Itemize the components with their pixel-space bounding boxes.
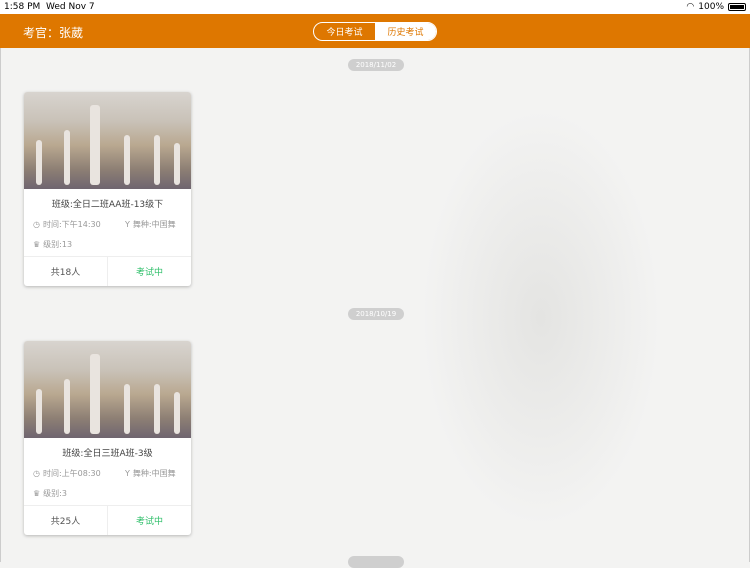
examiner-title: 考官：张葳 [23, 26, 84, 40]
exam-time: 时间:下午14:30 [42, 220, 101, 229]
exam-level: 级别:3 [43, 489, 67, 498]
clock-icon: ◷ [33, 220, 40, 229]
battery-percent: 100% [698, 2, 724, 12]
status-date: Wed Nov 7 [46, 2, 95, 12]
exam-segment-control: 今日考试 历史考试 [313, 22, 437, 41]
date-pill-partial [348, 556, 404, 568]
status-bar: 1:58 PM Wed Nov 7 ◠ 100% [0, 0, 750, 14]
class-name: 班级:全日三班A班-3级 [62, 449, 153, 459]
tab-today-exam[interactable]: 今日考试 [314, 23, 375, 40]
student-count: 共25人 [24, 506, 108, 535]
status-time: 1:58 PM [4, 2, 41, 12]
battery-icon [728, 3, 746, 11]
wifi-icon: ◠ [686, 2, 695, 12]
clock-icon: ◷ [33, 469, 40, 478]
exam-card[interactable]: 班级:全日二班AA班-13级下 ◷ 时间:下午14:30 Y 舞种:中国舞 ♛ 级别:1… [24, 92, 191, 286]
date-pill: 2018/11/02 [348, 59, 404, 71]
exam-list[interactable]: 2018/11/02 班级:全日二班AA班-13级下 ◷ 时间:下午14:30 Y 舞… [0, 48, 750, 568]
class-name: 班级:全日二班AA班-13级下 [51, 200, 164, 210]
exam-status[interactable]: 考试中 [108, 506, 191, 535]
crown-icon: ♛ [33, 240, 41, 249]
student-count: 共18人 [24, 257, 108, 286]
class-photo [24, 92, 191, 189]
dance-icon: Y [124, 469, 130, 478]
exam-level: 级别:13 [43, 240, 73, 249]
class-photo [24, 341, 191, 438]
exam-card[interactable]: 班级:全日三班A班-3级 ◷ 时间:上午08:30 Y 舞种:中国舞 ♛ 级别:3 共2… [24, 341, 191, 535]
tab-history-exam[interactable]: 历史考试 [375, 23, 436, 40]
dance-icon: Y [124, 220, 130, 229]
date-pill: 2018/10/19 [348, 308, 404, 320]
crown-icon: ♛ [33, 489, 41, 498]
dance-type: 舞种:中国舞 [132, 469, 176, 478]
nav-bar: 考官：张葳 今日考试 历史考试 [0, 14, 750, 48]
dancer-background-image [421, 108, 661, 528]
dance-type: 舞种:中国舞 [132, 220, 176, 229]
exam-status[interactable]: 考试中 [108, 257, 191, 286]
exam-time: 时间:上午08:30 [42, 469, 101, 478]
